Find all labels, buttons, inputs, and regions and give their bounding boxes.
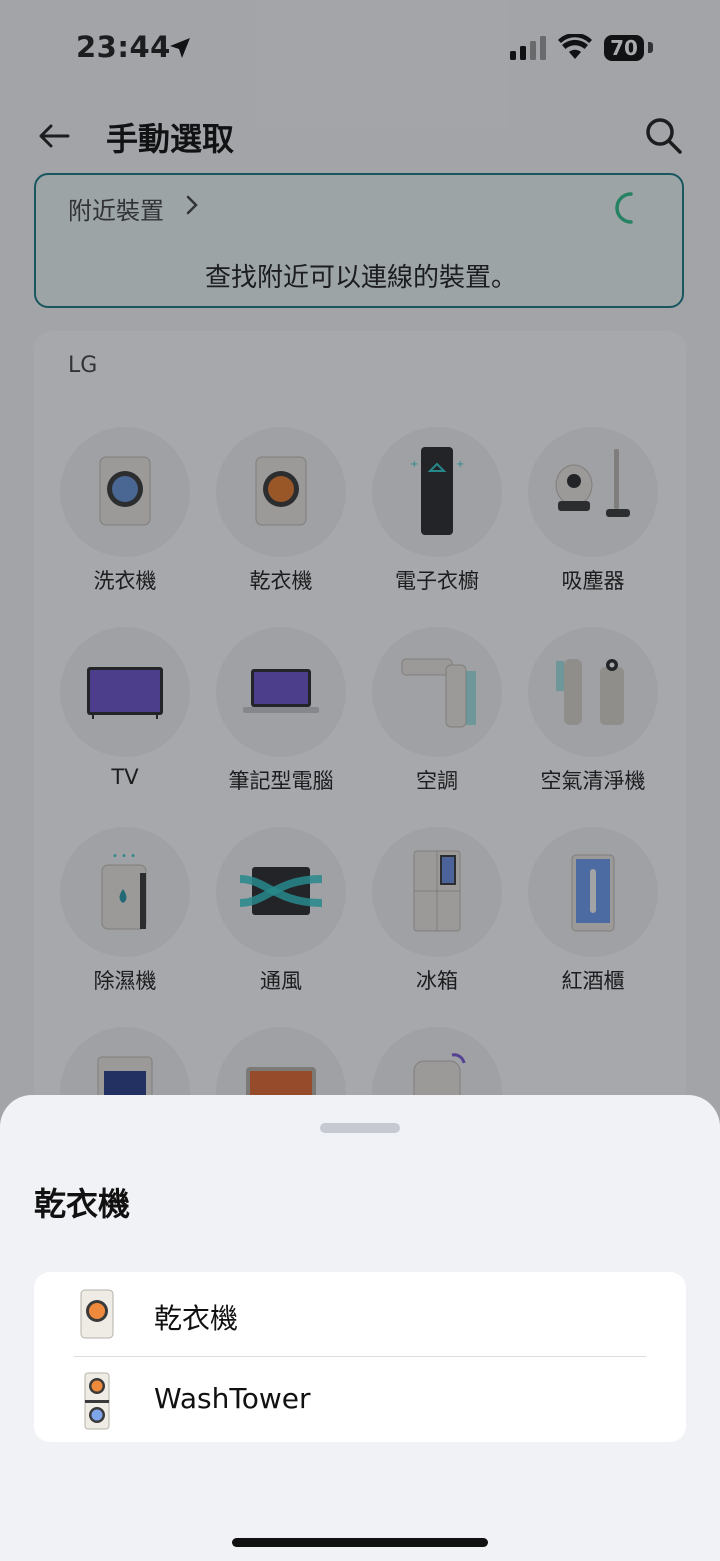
home-indicator[interactable] [232, 1538, 488, 1547]
washtower-icon [84, 1372, 110, 1430]
option-dryer[interactable]: 乾衣機 [34, 1272, 686, 1357]
option-label: 乾衣機 [154, 1302, 239, 1335]
bottom-sheet: 乾衣機 乾衣機 WashTower [0, 1095, 720, 1561]
dryer-icon [80, 1289, 114, 1339]
option-washtower[interactable]: WashTower [34, 1357, 686, 1442]
sheet-drag-handle[interactable] [320, 1123, 400, 1133]
sheet-title: 乾衣機 [34, 1185, 131, 1223]
model-option-list: 乾衣機 WashTower [34, 1272, 686, 1442]
option-label: WashTower [154, 1382, 311, 1415]
